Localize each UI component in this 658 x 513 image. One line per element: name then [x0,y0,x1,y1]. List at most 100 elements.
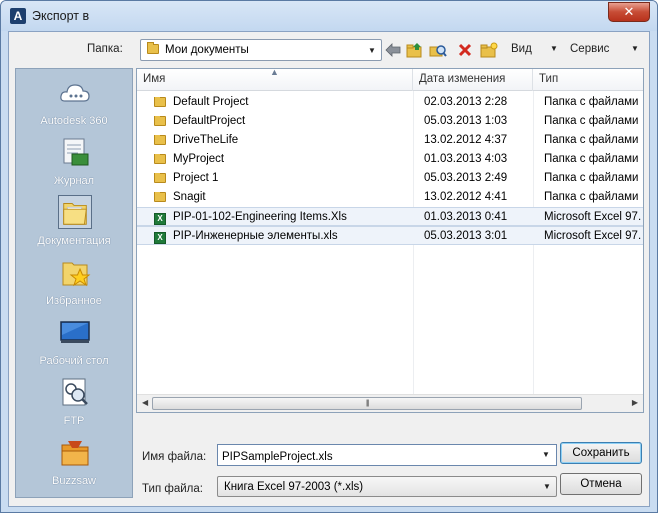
file-type-chevron-down-icon[interactable]: ▼ [539,477,555,495]
place-label: Журнал [53,175,95,187]
cell-date: 05.03.2013 3:01 [424,230,508,242]
file-type-dropdown[interactable]: Книга Excel 97-2003 (*.xls) ▼ [217,476,557,497]
file-row[interactable]: X PIP-01-102-Engineering Items.Xls 01.03.2… [137,207,643,226]
folder-row[interactable]: MyProject 01.03.2013 4:03 Папка с файлами [137,150,643,169]
column-header-date[interactable]: Дата изменения [413,69,533,91]
close-button[interactable]: ✕ [608,2,650,22]
folder-icon [154,173,166,186]
place-documents[interactable]: Документация [16,193,132,253]
place-label: Избранное [46,295,102,307]
cell-type: Папка с файлами [544,172,639,184]
view-menu[interactable]: Вид [511,43,532,55]
folder-icon [154,97,166,110]
buzzsaw-icon [61,441,89,466]
delete-button[interactable] [455,40,475,60]
desktop-icon [60,321,90,343]
file-name-label: Имя файла: [142,451,207,463]
file-list-header: Имя ▲ Дата изменения Тип [137,67,643,91]
delete-x-icon [458,43,472,57]
folder-icon [154,154,166,167]
tools-chevron-down-icon[interactable]: ▼ [631,44,639,53]
tools-menu[interactable]: Сервис [570,43,609,55]
file-list[interactable]: Имя ▲ Дата изменения Тип Default Project… [136,67,644,413]
export-dialog: A Экспорт в ✕ Папка: Мои документы ▼ Вид… [0,0,658,513]
cell-name: PIP-Инженерные элементы.xls [173,230,338,242]
place-label: FTP [63,415,85,427]
favorites-icon [62,262,91,287]
cell-date: 02.03.2013 2:28 [424,96,508,108]
place-autodesk-360[interactable]: Autodesk 360 [16,73,132,133]
place-favorites[interactable]: Избранное [16,253,132,313]
new-folder-icon [480,42,498,58]
cell-type: Microsoft Excel 97... [544,211,642,223]
place-label: Buzzsaw [51,475,97,487]
search-web-button[interactable] [428,40,448,60]
scroll-right-icon[interactable]: ▶ [632,398,638,407]
cell-date: 05.03.2013 1:03 [424,115,508,127]
save-button[interactable]: Сохранить [560,442,642,464]
file-name-chevron-down-icon[interactable]: ▼ [542,450,550,459]
history-icon [63,138,89,166]
ftp-icon [62,378,88,406]
cell-type: Папка с файлами [544,191,639,203]
folder-row[interactable]: Default Project 02.03.2013 2:28 Папка с фа… [137,93,643,112]
place-label: Рабочий стол [39,355,109,367]
file-type-value: Книга Excel 97-2003 (*.xls) [224,481,364,493]
cell-name: DefaultProject [173,115,246,127]
look-in-dropdown[interactable]: Мои документы ▼ [140,39,382,61]
place-desktop[interactable]: Рабочий стол [16,313,132,373]
place-buzzsaw[interactable]: Buzzsaw [16,433,132,493]
chevron-down-icon[interactable]: ▼ [364,41,380,59]
folder-icon [154,116,166,129]
new-folder-button[interactable] [479,40,499,60]
cell-name: Default Project [173,96,249,108]
sort-ascending-icon: ▲ [270,67,279,77]
up-folder-button[interactable] [405,40,425,60]
cell-type: Папка с файлами [544,115,639,127]
file-name-input[interactable] [217,444,557,466]
cell-date: 05.03.2013 2:49 [424,172,508,184]
dialog-body: Папка: Мои документы ▼ Вид ▼ Сервис ▼ Au… [8,31,650,507]
cell-date: 13.02.2012 4:41 [424,191,508,203]
excel-file-icon: X [154,231,166,244]
folder-row[interactable]: DefaultProject 05.03.2013 1:03 Папка с фай… [137,112,643,131]
app-logo-icon: A [10,8,26,24]
place-label: Autodesk 360 [40,115,108,127]
scroll-left-icon[interactable]: ◀ [142,398,148,407]
cell-date: 01.03.2013 4:03 [424,153,508,165]
file-type-label: Тип файла: [142,483,203,495]
cell-date: 13.02.2012 4:37 [424,134,508,146]
view-chevron-down-icon[interactable]: ▼ [550,44,558,53]
title-bar[interactable]: A Экспорт в ✕ [1,1,657,31]
folder-row[interactable]: Snagit 13.02.2012 4:41 Папка с файлами [137,188,643,207]
look-in-label: Папка: [87,43,123,55]
up-folder-icon [406,43,422,58]
file-row[interactable]: X PIP-Инженерные элементы.xls 05.03.2013 3… [137,226,643,245]
cell-name: Project 1 [173,172,219,184]
cell-type: Папка с файлами [544,96,639,108]
folder-row[interactable]: Project 1 05.03.2013 2:49 Папка с файлами [137,169,643,188]
scrollbar-thumb[interactable]: ||| [152,397,582,410]
cell-type: Microsoft Excel 97... [544,230,642,242]
place-ftp[interactable]: FTP [16,373,132,433]
folder-row[interactable]: DriveTheLife 13.02.2012 4:37 Папка с файла… [137,131,643,150]
back-button[interactable] [383,40,403,60]
column-header-type[interactable]: Тип [533,69,643,91]
cancel-button[interactable]: Отмена [560,473,642,495]
cell-name: MyProject [173,153,225,165]
places-bar: Autodesk 360 Журнал Документация Избранн… [15,68,133,498]
cell-name: PIP-01-102-Engineering Items.Xls [173,211,347,223]
excel-file-icon: X [154,212,166,225]
horizontal-scrollbar[interactable]: ◀ ||| ▶ [137,394,643,412]
place-label: Документация [37,235,111,247]
folder-icon [154,192,166,205]
cell-name: Snagit [173,191,206,203]
look-in-value: Мои документы [165,44,249,56]
cell-type: Папка с файлами [544,134,639,146]
back-arrow-icon [385,43,401,57]
place-history[interactable]: Журнал [16,133,132,193]
cloud-icon [60,84,90,102]
folder-icon [147,42,159,54]
search-icon [429,45,447,57]
folder-icon [154,135,166,148]
